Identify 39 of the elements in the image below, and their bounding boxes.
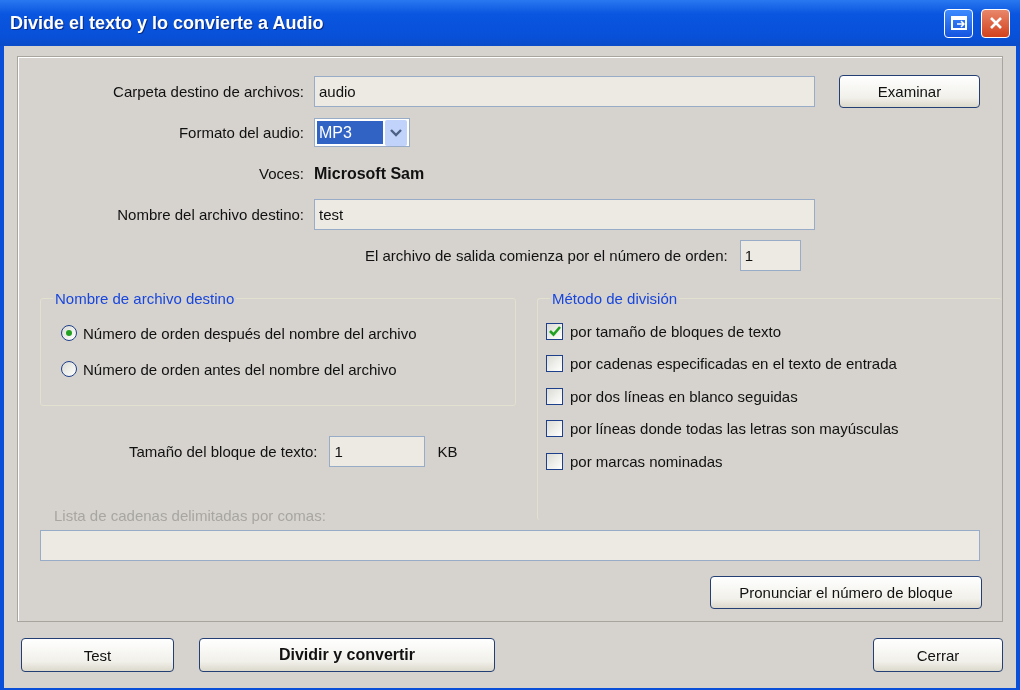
close-icon xyxy=(988,16,1003,30)
checkbox-option[interactable]: por líneas donde todas las letras son mayúsculas xyxy=(546,412,992,445)
checkbox[interactable] xyxy=(546,452,563,470)
radio-button[interactable] xyxy=(61,361,77,377)
field-label: Carpeta destino de archivos: xyxy=(112,83,304,100)
restore-button[interactable] xyxy=(944,8,973,38)
close-button[interactable] xyxy=(981,8,1010,38)
checkbox-option[interactable]: por dos líneas en blanco seguidas xyxy=(546,380,992,413)
radio-button[interactable] xyxy=(61,325,77,341)
checkbox[interactable] xyxy=(546,322,563,340)
number-field[interactable]: 1 xyxy=(329,436,426,467)
number-field[interactable]: 1 xyxy=(739,240,801,271)
browse-button[interactable]: Examinar xyxy=(839,75,980,108)
text-field[interactable]: test xyxy=(314,199,815,230)
field-label: Voces: xyxy=(257,165,304,182)
checkbox[interactable] xyxy=(546,355,563,373)
checkbox-option[interactable]: por marcas nominadas xyxy=(546,445,992,478)
window-icon xyxy=(950,16,967,30)
radio-option[interactable]: Número de orden antes del nombre del archivo xyxy=(61,351,505,387)
dialog-button[interactable]: Cerrar xyxy=(873,638,1003,672)
field-label: Formato del audio: xyxy=(177,124,304,141)
radio-option[interactable]: Número de orden después del nombre del archivo xyxy=(61,315,505,351)
group-title: Método de división xyxy=(551,290,679,307)
checkbox-option[interactable]: por tamaño de bloques de texto xyxy=(546,315,992,348)
field-label: El archivo de salida comienza por el número de orden: xyxy=(365,247,728,264)
checkbox[interactable] xyxy=(546,420,563,438)
group-title: Nombre de archivo destino xyxy=(54,290,236,307)
checkbox-option[interactable]: por cadenas especificadas en el texto de entrada xyxy=(546,347,992,380)
window-title: Divide el texto y lo convierte a Audio xyxy=(10,12,324,34)
voice-name: Microsoft Sam xyxy=(314,164,425,183)
dialog-button[interactable]: Test xyxy=(21,638,174,672)
format-dropdown[interactable]: MP3 xyxy=(314,118,410,147)
field-label: Nombre del archivo destino: xyxy=(116,206,304,223)
dialog-button[interactable]: Dividir y convertir xyxy=(199,638,495,672)
unit-label: KB xyxy=(437,443,458,460)
field-label: Tamaño del bloque de texto: xyxy=(129,443,318,460)
checkbox[interactable] xyxy=(546,387,563,405)
text-field[interactable]: audio xyxy=(314,76,815,107)
speak-button[interactable]: Pronunciar el número de bloque xyxy=(710,576,982,609)
